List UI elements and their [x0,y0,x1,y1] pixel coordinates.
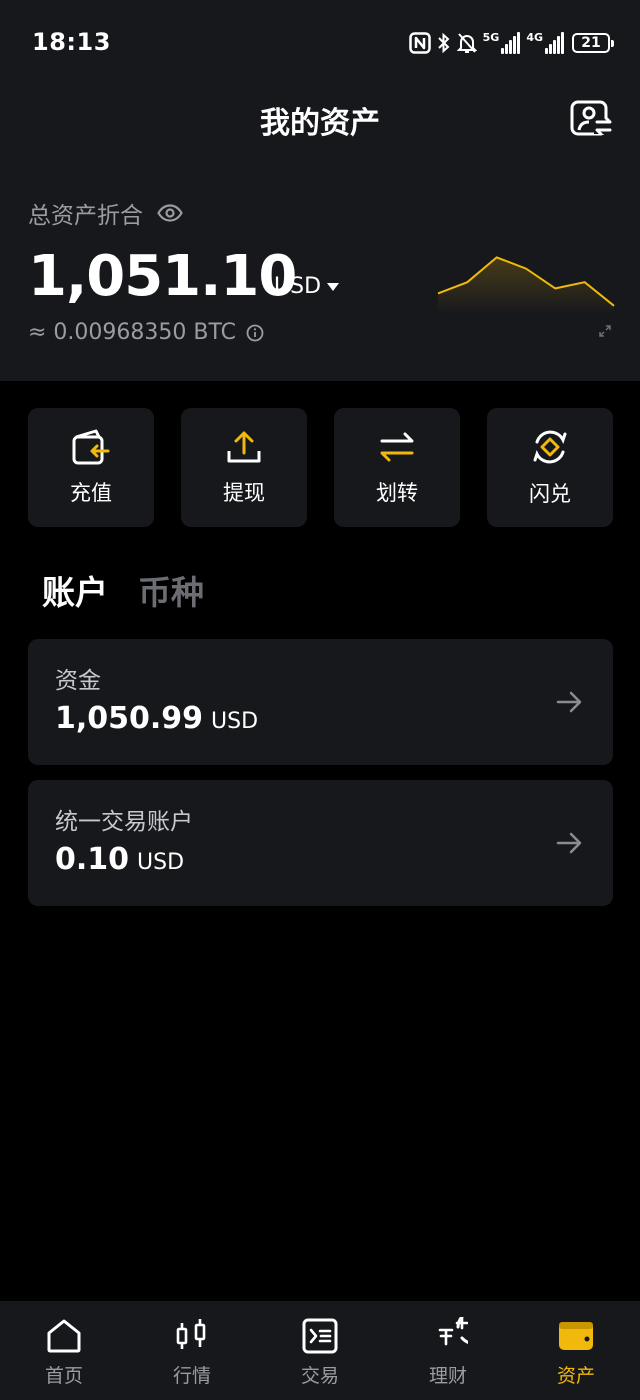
eye-icon[interactable] [157,204,183,222]
nav-market[interactable]: 行情 [128,1301,256,1400]
account-balance: 1,050.99 USD [55,701,258,736]
deposit-button[interactable]: 充值 [28,408,154,527]
battery-indicator: 21 [572,33,614,53]
signal-4g-label: 4G [526,31,543,44]
account-card-funding[interactable]: 资金 1,050.99 USD [28,639,613,765]
nav-assets[interactable]: 资产 [512,1301,640,1400]
caret-down-icon [327,282,340,291]
nav-earn-label: 理财 [428,1365,467,1387]
btc-equivalent: ≈ 0.00968350 BTC [28,320,264,345]
bell-muted-icon [456,33,477,53]
withdraw-icon [227,431,261,462]
wallet-icon [559,1322,593,1350]
nfc-icon [408,32,431,54]
status-bar: 18:13 5G 4G 21 [0,0,640,86]
total-assets-text: 总资产折合 [28,203,143,229]
deposit-icon [72,429,110,464]
account-currency: USD [211,709,259,734]
withdraw-button[interactable]: 提现 [181,408,307,527]
home-icon [47,1319,81,1353]
deposit-label: 充值 [70,480,112,505]
withdraw-label: 提现 [223,480,265,505]
account-name: 统一交易账户 [55,809,193,835]
signal-5g-label: 5G [482,31,500,44]
page-title: 我的资产 [260,106,380,141]
currency-selector[interactable]: USD [274,274,340,299]
profile-switch-icon[interactable] [570,100,614,138]
status-icons: 5G 4G 21 [408,30,614,56]
nav-trade[interactable]: 交易 [256,1301,384,1400]
expand-icon[interactable] [598,324,612,338]
earn-icon [438,1317,468,1346]
account-amount: 1,050.99 [55,701,204,736]
tab-accounts[interactable]: 账户 [42,566,108,614]
arrow-right-icon [556,832,582,854]
status-time: 18:13 [32,28,111,56]
nav-home-label: 首页 [44,1365,83,1387]
account-balance: 0.10 USD [55,842,184,877]
info-icon[interactable] [246,324,264,342]
currency-label: USD [274,274,322,299]
account-currency: USD [137,850,185,875]
trade-icon [302,1318,338,1354]
convert-icon [533,430,567,463]
nav-assets-label: 资产 [556,1365,595,1387]
convert-button[interactable]: 闪兑 [487,408,613,527]
nav-earn[interactable]: 理财 [384,1301,512,1400]
signal-4g: 4G [526,32,564,54]
nav-home[interactable]: 首页 [0,1301,128,1400]
transfer-label: 划转 [376,480,418,505]
transfer-button[interactable]: 划转 [334,408,460,527]
quick-actions: 充值 提现 划转 闪兑 [28,408,613,527]
total-assets-label: 总资产折合 [28,196,183,230]
arrow-right-icon [556,691,582,713]
convert-label: 闪兑 [529,481,571,506]
nav-trade-label: 交易 [300,1365,339,1387]
tab-coins[interactable]: 币种 [138,566,204,614]
account-amount: 0.10 [55,842,130,877]
balance-sparkline [437,256,615,314]
candlestick-icon [176,1319,206,1349]
signal-5g: 5G [483,32,521,54]
bluetooth-icon [437,32,450,54]
total-assets-amount: 1,051.10 [28,244,297,309]
btc-equivalent-text: ≈ 0.00968350 BTC [28,320,236,345]
nav-market-label: 行情 [172,1365,211,1387]
account-name: 资金 [55,668,101,694]
asset-tabs: 账户 币种 [42,566,204,614]
bottom-navigation: 首页 行情 交易 理财 资产 [0,1301,640,1400]
transfer-icon [380,432,414,461]
account-card-unified-trading[interactable]: 统一交易账户 0.10 USD [28,780,613,906]
